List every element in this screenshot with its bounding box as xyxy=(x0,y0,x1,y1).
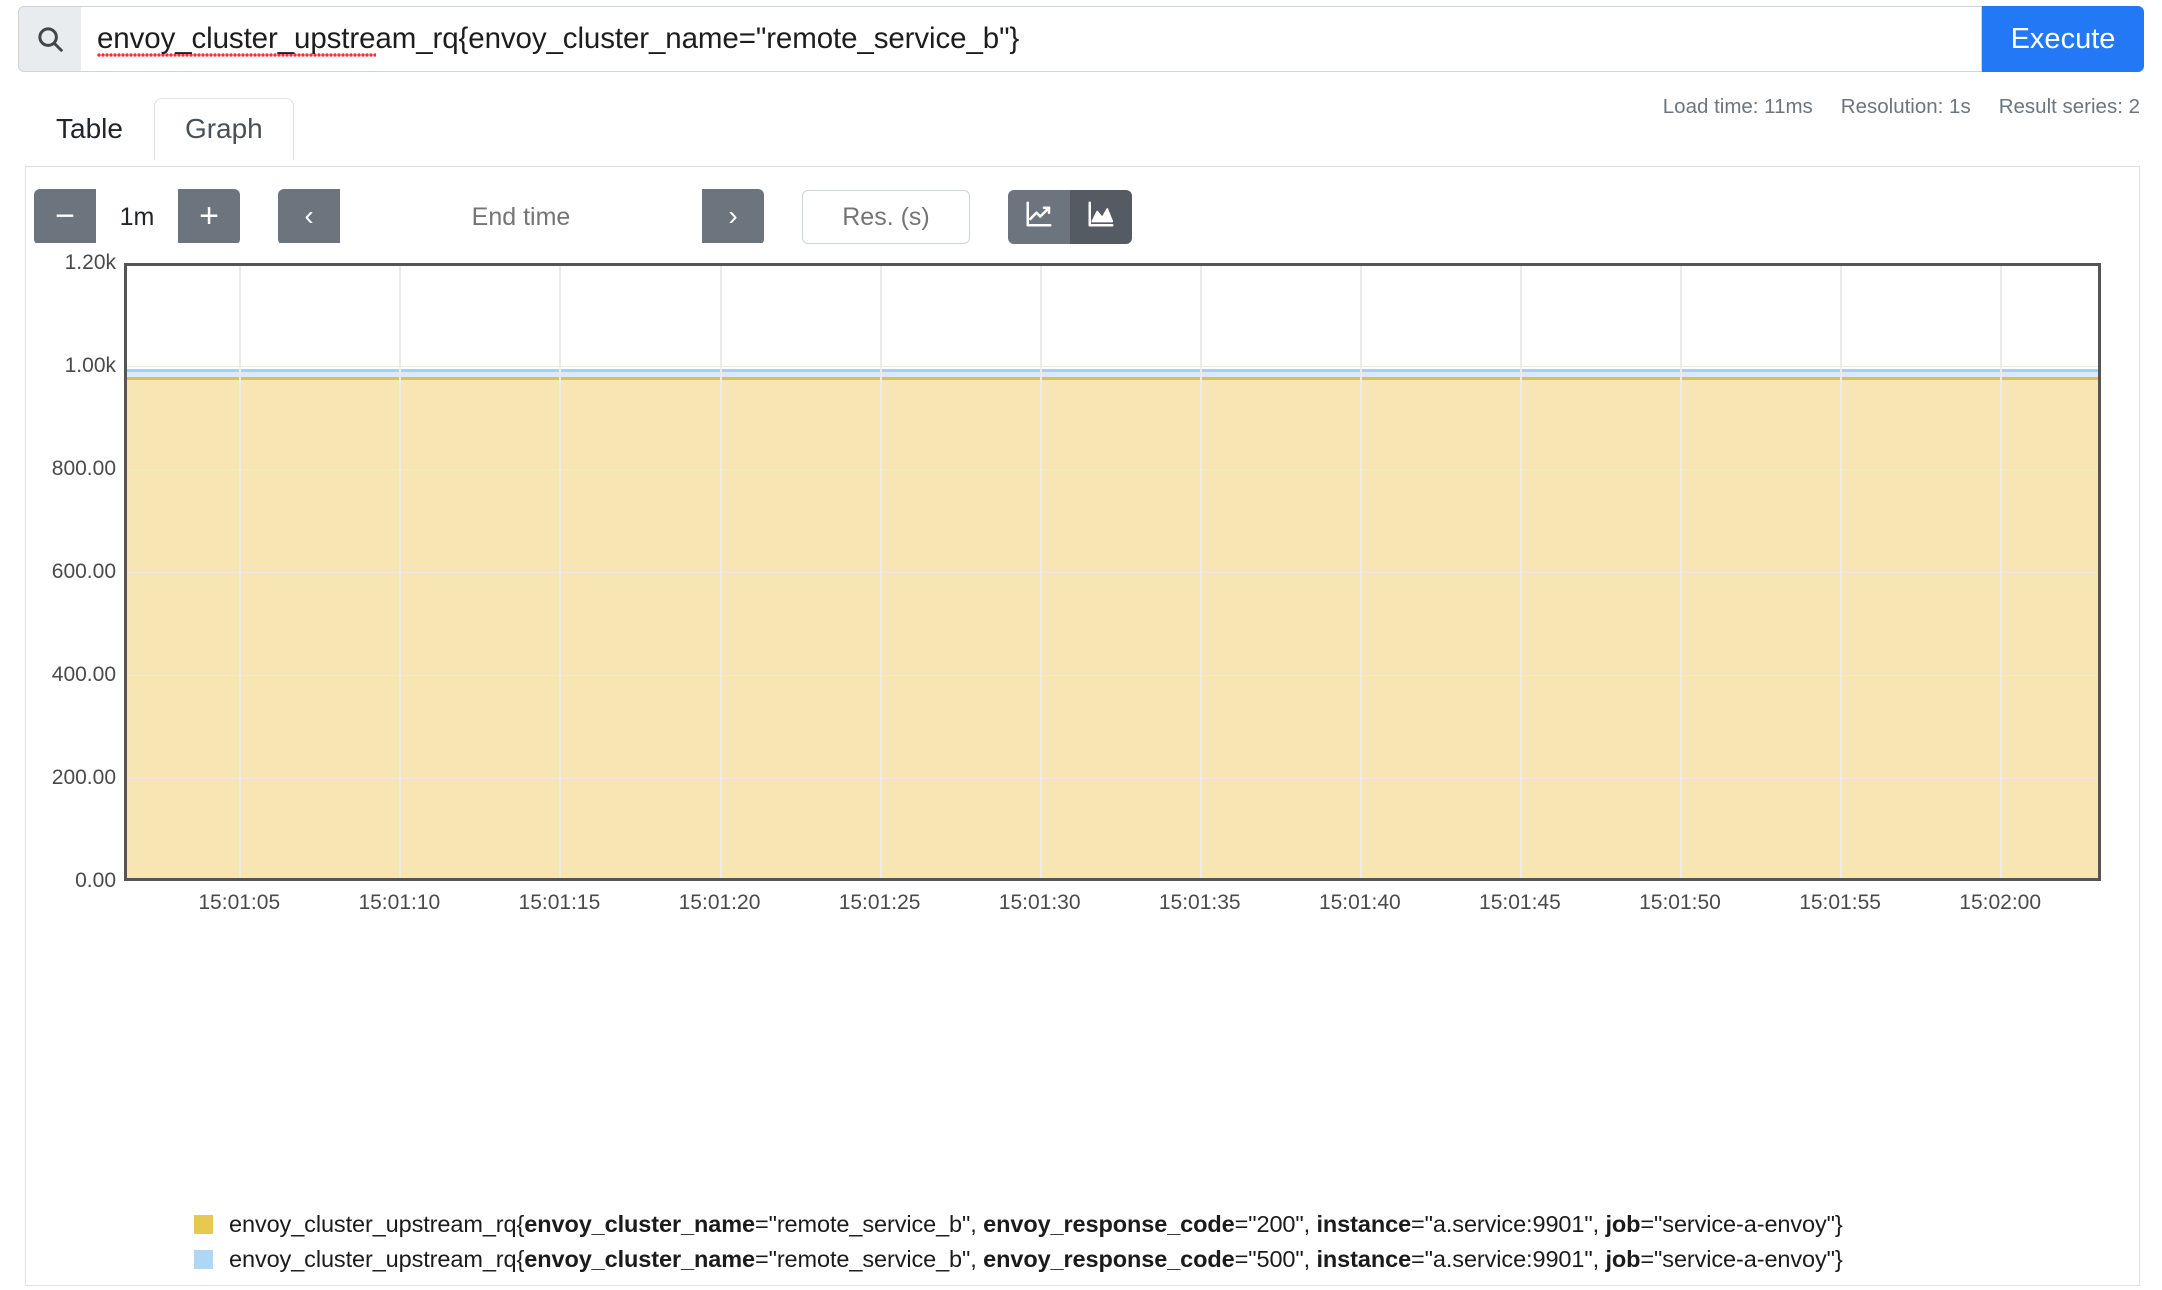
result-tabs: Table Graph xyxy=(25,98,294,161)
line-chart-icon-button[interactable] xyxy=(1008,190,1070,244)
x-axis-tick-label: 15:01:15 xyxy=(518,891,601,914)
graph-controls: − + ‹ › xyxy=(34,189,1132,245)
query-input[interactable]: envoy_cluster_upstream_rq{envoy_cluster_… xyxy=(81,22,1019,56)
vertical-gridline xyxy=(719,266,722,878)
vertical-gridline xyxy=(1039,266,1042,878)
x-axis-tick-label: 15:01:05 xyxy=(198,891,281,914)
horizontal-gridline xyxy=(127,778,2098,779)
y-axis: 0.00 200.00 400.00 600.00 800.00 1.00k 1.20k xyxy=(26,251,124,1153)
x-axis-tick-label: 15:01:10 xyxy=(358,891,441,914)
vertical-gridline xyxy=(239,266,242,878)
time-next-button[interactable]: › xyxy=(702,189,764,243)
end-time-input[interactable] xyxy=(340,189,702,245)
plot-area[interactable] xyxy=(124,263,2101,881)
end-time-control: ‹ › xyxy=(278,189,764,245)
legend-swatch xyxy=(194,1250,213,1269)
x-axis-tick-label: 15:02:00 xyxy=(1959,891,2042,914)
legend-item[interactable]: envoy_cluster_upstream_rq{envoy_cluster_… xyxy=(194,1207,2139,1242)
load-time-stat: Load time: 11ms xyxy=(1662,95,1813,118)
horizontal-gridline xyxy=(127,572,2098,573)
horizontal-gridline xyxy=(127,469,2098,470)
vertical-gridline xyxy=(1679,266,1682,878)
vertical-gridline xyxy=(1840,266,1843,878)
range-decrease-button[interactable]: − xyxy=(34,189,96,243)
y-axis-tick-label: 200.00 xyxy=(51,766,116,789)
y-axis-tick-label: 400.00 xyxy=(51,663,116,686)
vertical-gridline xyxy=(1359,266,1362,878)
search-icon xyxy=(35,24,65,54)
y-axis-tick-label: 800.00 xyxy=(51,457,116,480)
legend-series-label: envoy_cluster_upstream_rq{envoy_cluster_… xyxy=(229,1246,1843,1272)
vertical-gridline xyxy=(879,266,882,878)
horizontal-gridline xyxy=(127,675,2098,676)
y-axis-tick-label: 0.00 xyxy=(75,869,116,892)
x-axis-tick-label: 15:01:30 xyxy=(998,891,1081,914)
x-axis-tick-label: 15:01:55 xyxy=(1799,891,1881,914)
x-axis-tick-label: 15:01:40 xyxy=(1318,891,1401,914)
stacked-area-chart-icon xyxy=(1086,199,1116,236)
stacked-area-chart-icon-button[interactable] xyxy=(1070,190,1132,244)
resolution-input[interactable] xyxy=(802,190,970,244)
y-axis-tick-label: 1.20k xyxy=(64,251,116,274)
query-stats: Load time: 11ms Resolution: 1s Result se… xyxy=(1663,95,2140,119)
chart-legend: envoy_cluster_upstream_rq{envoy_cluster_… xyxy=(26,1207,2139,1277)
x-axis-tick-label: 15:01:35 xyxy=(1158,891,1241,914)
vertical-gridline xyxy=(399,266,402,878)
tab-graph[interactable]: Graph xyxy=(153,98,294,161)
legend-swatch xyxy=(194,1215,213,1234)
range-increase-button[interactable]: + xyxy=(178,189,240,243)
vertical-gridline xyxy=(2000,266,2003,878)
x-axis: 15:01:05 15:01:10 15:01:15 15:01:20 15:01:25… xyxy=(124,891,2101,931)
time-prev-button[interactable]: ‹ xyxy=(278,189,340,243)
search-icon-addon xyxy=(18,6,81,72)
vertical-gridline xyxy=(1519,266,1522,878)
series-area-200 xyxy=(127,376,2098,878)
x-axis-tick-label: 15:01:20 xyxy=(678,891,761,914)
y-axis-tick-label: 600.00 xyxy=(51,560,116,583)
x-axis-tick-label: 15:01:50 xyxy=(1639,891,1721,914)
horizontal-gridline xyxy=(127,366,2098,367)
vertical-gridline xyxy=(1199,266,1202,878)
execute-button[interactable]: Execute xyxy=(1982,6,2144,72)
query-input-wrapper[interactable]: envoy_cluster_upstream_rq{envoy_cluster_… xyxy=(81,6,1982,72)
graph-panel: − + ‹ › xyxy=(25,166,2140,1286)
x-axis-tick-label: 15:01:45 xyxy=(1479,891,1561,914)
range-control: − + xyxy=(34,189,240,245)
query-bar: envoy_cluster_upstream_rq{envoy_cluster_… xyxy=(18,6,2144,72)
resolution-stat: Resolution: 1s xyxy=(1840,95,1971,118)
line-chart-icon xyxy=(1024,199,1054,236)
x-axis-tick-label: 15:01:25 xyxy=(838,891,921,914)
tab-table[interactable]: Table xyxy=(25,98,154,160)
legend-series-label: envoy_cluster_upstream_rq{envoy_cluster_… xyxy=(229,1211,1843,1237)
result-series-stat: Result series: 2 xyxy=(1998,95,2140,118)
chart-type-toggle xyxy=(1008,190,1132,244)
series-area-500 xyxy=(127,369,2098,377)
legend-item[interactable]: envoy_cluster_upstream_rq{envoy_cluster_… xyxy=(194,1242,2139,1277)
range-input[interactable] xyxy=(96,189,178,245)
graph-chart: 0.00 200.00 400.00 600.00 800.00 1.00k 1.20k 1… xyxy=(26,251,2139,1223)
vertical-gridline xyxy=(559,266,562,878)
y-axis-tick-label: 1.00k xyxy=(64,354,116,377)
